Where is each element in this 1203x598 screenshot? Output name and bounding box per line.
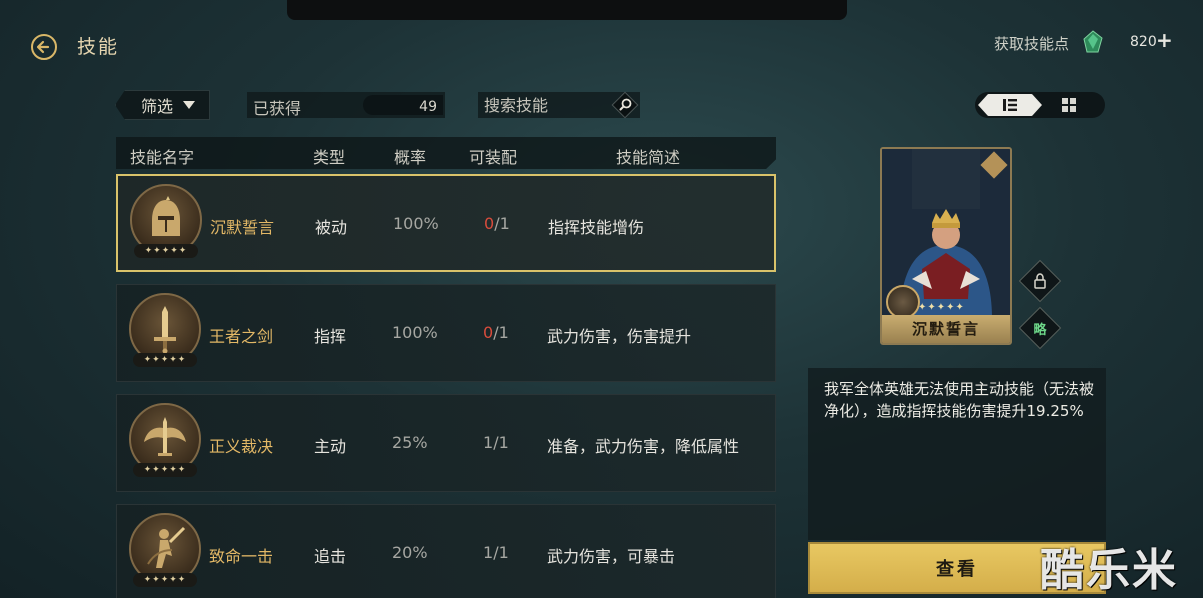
- star-rating: ✦✦✦✦✦: [133, 353, 197, 367]
- header-description: 技能简述: [616, 148, 681, 167]
- star-rating: ✦✦✦✦✦: [133, 463, 197, 477]
- skill-name: 正义裁决: [209, 437, 274, 456]
- view-mode-toggle: [975, 92, 1105, 118]
- skill-name: 致命一击: [209, 547, 274, 566]
- skill-type: 追击: [314, 547, 347, 566]
- filter-button[interactable]: 筛选: [115, 90, 210, 120]
- skill-point-label: 获取技能点: [994, 35, 1070, 53]
- header: 技能 获取技能点 820 +: [0, 24, 1203, 64]
- equip-current: 1: [483, 433, 494, 452]
- search-icon[interactable]: [610, 90, 640, 120]
- skill-row-silent-oath[interactable]: ✦✦✦✦✦ 沉默誓言 被动 100% 0/1 指挥技能增伤: [116, 174, 776, 272]
- card-skill-name: 沉默誓言: [882, 315, 1010, 343]
- skill-point-value: 820: [1130, 34, 1157, 50]
- lock-icon: [1034, 273, 1046, 289]
- card-star-rating: ✦✦✦✦✦: [918, 302, 965, 313]
- skill-type: 被动: [315, 218, 348, 237]
- grid-view-icon: [1062, 98, 1076, 112]
- brief-button[interactable]: 略: [1025, 313, 1055, 343]
- watermark: 酷乐米: [1040, 545, 1178, 596]
- header-rate: 概率: [394, 148, 427, 167]
- skill-type: 主动: [314, 437, 347, 456]
- equip-total: /1: [494, 214, 510, 233]
- equip-current: 0: [484, 214, 495, 233]
- skill-rate: 100%: [392, 323, 438, 342]
- skill-card[interactable]: ✦✦✦✦✦ 沉默誓言: [880, 147, 1012, 345]
- obtained-counter: 已获得 49: [247, 92, 445, 118]
- skill-row-kings-sword[interactable]: ✦✦✦✦✦ 王者之剑 指挥 100% 0/1 武力伤害，伤害提升: [116, 284, 776, 382]
- skill-equip: 0/1: [483, 323, 509, 342]
- star-rating: ✦✦✦✦✦: [133, 573, 197, 587]
- filter-label: 筛选: [141, 97, 174, 116]
- header-type: 类型: [313, 148, 346, 167]
- search-input[interactable]: [484, 92, 604, 118]
- obtained-bar: 49: [363, 95, 443, 115]
- equip-current: 1: [483, 543, 494, 562]
- list-view-icon: [1003, 99, 1017, 111]
- skill-row-righteous-judgment[interactable]: ✦✦✦✦✦ 正义裁决 主动 25% 1/1 准备，武力伤害，降低属性: [116, 394, 776, 492]
- skill-equip: 1/1: [483, 433, 509, 452]
- header-skill-name: 技能名字: [130, 148, 195, 167]
- top-status-bar: [287, 0, 847, 20]
- skill-rate: 25%: [392, 433, 428, 452]
- equip-current: 0: [483, 323, 494, 342]
- grid-view-button[interactable]: [1061, 97, 1077, 113]
- obtained-count: 49: [419, 99, 437, 115]
- table-header: 技能名字 类型 概率 可装配 技能简述: [116, 137, 776, 169]
- skill-type: 指挥: [314, 327, 347, 346]
- skill-equip: 1/1: [483, 543, 509, 562]
- skill-rate: 20%: [392, 543, 428, 562]
- skill-equip: 0/1: [484, 214, 510, 233]
- equip-total: /1: [493, 433, 509, 452]
- obtained-label: 已获得: [253, 99, 302, 118]
- skill-rate: 100%: [393, 214, 439, 233]
- skill-description-panel: 我军全体英雄无法使用主动技能（无法被净化），造成指挥技能伤害提升19.25%: [808, 368, 1106, 540]
- skill-name: 沉默誓言: [210, 218, 275, 237]
- skill-row-deadly-strike[interactable]: ✦✦✦✦✦ 致命一击 追击 20% 1/1 武力伤害，可暴击: [116, 504, 776, 598]
- add-skill-point-button[interactable]: +: [1156, 28, 1173, 52]
- card-avatar-icon: [886, 285, 920, 319]
- dropdown-triangle-icon: [183, 101, 196, 109]
- back-arrow-icon: [31, 34, 57, 60]
- skill-description: 准备，武力伤害，降低属性: [547, 437, 740, 456]
- star-rating: ✦✦✦✦✦: [134, 244, 198, 258]
- skill-name: 王者之剑: [209, 327, 274, 346]
- skill-description: 指挥技能增伤: [548, 218, 645, 237]
- search-box: [478, 90, 640, 120]
- equip-total: /1: [493, 543, 509, 562]
- back-button[interactable]: [30, 33, 58, 61]
- skill-description: 武力伤害，可暴击: [547, 547, 676, 566]
- skill-description: 武力伤害，伤害提升: [547, 327, 692, 346]
- skill-detail-text: 我军全体英雄无法使用主动技能（无法被净化），造成指挥技能伤害提升19.25%: [824, 380, 1095, 420]
- page-title: 技能: [77, 36, 120, 58]
- lock-button[interactable]: [1025, 266, 1055, 296]
- list-view-button[interactable]: [978, 94, 1042, 116]
- gem-icon: [1082, 30, 1104, 54]
- equip-total: /1: [493, 323, 509, 342]
- header-equippable: 可装配: [469, 148, 518, 167]
